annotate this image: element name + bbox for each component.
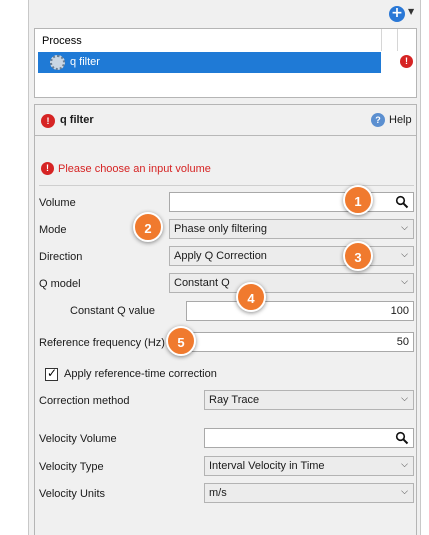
error-icon: !: [400, 55, 413, 68]
search-icon[interactable]: [395, 431, 409, 445]
velocity-type-select[interactable]: Interval Velocity in Time ⌵: [204, 456, 414, 476]
callout-badge: 2: [133, 212, 163, 242]
correction-method-label: Correction method: [39, 395, 130, 407]
velocity-units-label: Velocity Units: [39, 488, 106, 500]
constant-q-label: Constant Q value: [70, 305, 155, 317]
velocity-volume-input[interactable]: [204, 428, 414, 448]
help-link[interactable]: Help: [389, 114, 412, 126]
column-divider: [397, 29, 398, 51]
velocity-units-select[interactable]: m/s ⌵: [204, 483, 414, 503]
checkmark-icon: ✓: [47, 366, 58, 380]
chevron-down-icon: ⌵: [401, 250, 408, 260]
constant-q-input[interactable]: 100: [186, 301, 414, 321]
help-icon[interactable]: ?: [371, 113, 385, 127]
properties-panel: ! q filter ? Help ! Please choose an inp…: [34, 104, 417, 535]
warning-icon: !: [41, 162, 54, 175]
callout-badge: 5: [166, 326, 196, 356]
direction-label: Direction: [39, 251, 83, 263]
add-process-icon[interactable]: +: [389, 6, 405, 22]
apply-reference-time-label[interactable]: Apply reference-time correction: [64, 368, 217, 380]
velocity-type-value: Interval Velocity in Time: [209, 460, 325, 472]
q-model-label: Q model: [39, 278, 81, 290]
process-row-q-filter[interactable]: q filter: [38, 52, 381, 73]
volume-label: Volume: [39, 197, 76, 209]
direction-value: Apply Q Correction: [174, 250, 267, 262]
process-list: Process q filter !: [34, 28, 417, 98]
column-divider: [381, 29, 382, 51]
chevron-down-icon: ⌵: [401, 487, 408, 497]
mode-label: Mode: [39, 224, 67, 236]
reference-frequency-input[interactable]: 50: [186, 332, 414, 352]
properties-title: q filter: [60, 114, 94, 126]
chevron-down-icon: ⌵: [401, 277, 408, 287]
volume-input[interactable]: [169, 192, 414, 212]
direction-select[interactable]: Apply Q Correction ⌵: [169, 246, 414, 266]
callout-badge: 1: [343, 185, 373, 215]
correction-method-value: Ray Trace: [209, 394, 260, 406]
apply-reference-time-checkbox[interactable]: ✓: [45, 366, 58, 381]
correction-method-select[interactable]: Ray Trace ⌵: [204, 390, 414, 410]
chevron-down-icon: ⌵: [401, 223, 408, 233]
velocity-volume-label: Velocity Volume: [39, 433, 117, 445]
search-icon[interactable]: [395, 195, 409, 209]
callout-badge: 4: [236, 282, 266, 312]
chevron-down-icon: ⌵: [401, 394, 408, 404]
chevron-down-icon: ⌵: [401, 460, 408, 470]
process-row-label: q filter: [70, 56, 100, 68]
gear-icon: [50, 55, 65, 70]
divider: [35, 135, 416, 136]
mode-select[interactable]: Phase only filtering ⌵: [169, 219, 414, 239]
callout-badge: 3: [343, 241, 373, 271]
mode-value: Phase only filtering: [174, 223, 267, 235]
q-model-value: Constant Q: [174, 277, 230, 289]
caret-down-icon[interactable]: ▼: [408, 7, 414, 16]
reference-frequency-label: Reference frequency (Hz): [39, 337, 165, 349]
validation-message: Please choose an input volume: [58, 163, 211, 175]
process-column-header: Process: [42, 35, 82, 47]
velocity-type-label: Velocity Type: [39, 461, 104, 473]
velocity-units-value: m/s: [209, 487, 227, 499]
q-model-select[interactable]: Constant Q ⌵: [169, 273, 414, 293]
error-icon: !: [41, 114, 55, 128]
